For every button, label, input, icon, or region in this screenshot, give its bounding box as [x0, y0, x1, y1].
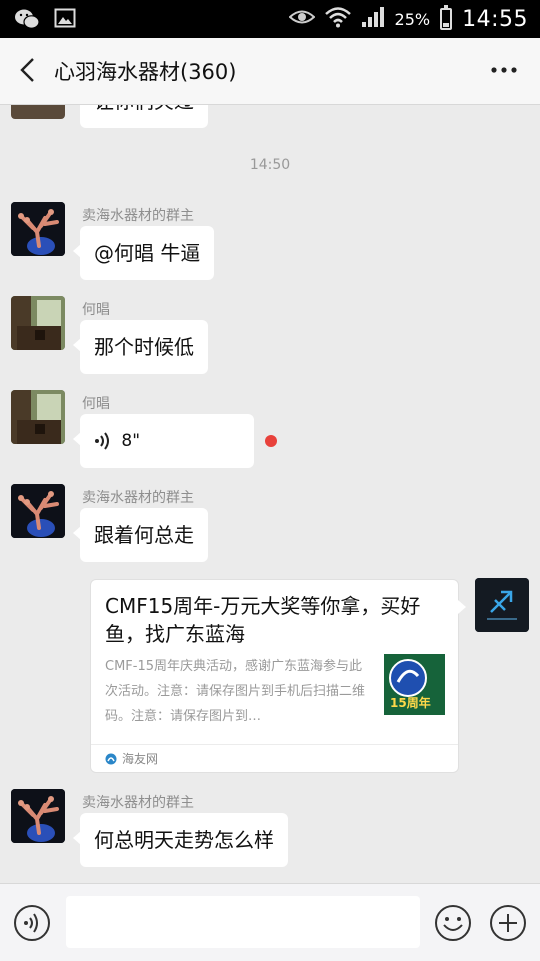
- room-image: [11, 390, 65, 444]
- sender-avatar[interactable]: [11, 105, 65, 119]
- eye-icon: [288, 8, 316, 30]
- voice-duration: 8": [121, 431, 141, 451]
- message-text: 那个时候低: [94, 335, 194, 359]
- my-avatar[interactable]: [475, 578, 529, 632]
- voice-icon: [14, 905, 50, 941]
- chat-title: 心羽海水器材(360): [54, 60, 237, 84]
- message-bubble[interactable]: 那个时候低: [73, 320, 208, 374]
- source-logo-icon: [105, 753, 117, 764]
- emoji-icon: [435, 905, 471, 941]
- image-icon: [54, 8, 76, 34]
- message-list[interactable]: 让你们夹过 14:50 卖海水器材的群主 @何晿 牛逼 何晿 那个时候低: [0, 105, 540, 883]
- coral-image: [11, 484, 65, 538]
- room-image: [11, 296, 65, 350]
- time-divider: 14:50: [249, 157, 291, 173]
- message-bubble[interactable]: @何晿 牛逼: [72, 226, 215, 280]
- room-avatar[interactable]: [11, 390, 65, 444]
- coral-image: [11, 202, 65, 256]
- more-functions-button[interactable]: [489, 904, 527, 942]
- clock: 14:55: [462, 6, 528, 32]
- voice-wave-icon: [95, 432, 109, 450]
- link-card[interactable]: CMF15周年-万元大奖等你拿，买好鱼，找广东蓝海 CMF-15周年庆典活动，感…: [90, 579, 466, 773]
- emoji-button[interactable]: [434, 904, 472, 942]
- more-dots-icon: [491, 67, 517, 73]
- unread-indicator: [265, 435, 277, 447]
- sender-name: 卖海水器材的群主: [82, 490, 194, 506]
- room-avatar[interactable]: [11, 296, 65, 350]
- wechat-icon: [14, 8, 40, 34]
- voice-message-bubble[interactable]: 8": [73, 414, 254, 468]
- message-bubble[interactable]: 让你们夹过: [73, 105, 208, 128]
- sender-name: 卖海水器材的群主: [82, 795, 194, 811]
- chat-header: 心羽海水器材(360): [0, 38, 540, 105]
- message-input[interactable]: [66, 896, 420, 948]
- message-bubble[interactable]: 跟着何总走: [73, 508, 208, 562]
- signal-icon: [361, 6, 385, 32]
- battery-percent: 25%: [394, 9, 431, 29]
- sender-name: 何晿: [82, 302, 110, 318]
- message-text: 何总明天走势怎么样: [94, 828, 274, 852]
- status-right-icons: 25% 14:55: [288, 0, 528, 38]
- link-card-title: CMF15周年-万元大奖等你拿，买好鱼，找广东蓝海: [105, 594, 421, 646]
- message-text: @何晿 牛逼: [94, 241, 201, 265]
- more-button[interactable]: [486, 58, 522, 82]
- status-left-icons: [14, 8, 76, 34]
- link-card-description: CMF-15周年庆典活动，感谢广东蓝海参与此次活动。注意：请保存图片到手机后扫描…: [105, 659, 366, 724]
- sender-name: 何晿: [82, 396, 110, 412]
- sagittarius-logo-icon: [475, 578, 529, 632]
- message-bubble[interactable]: 何总明天走势怎么样: [73, 813, 288, 867]
- plus-icon: [490, 905, 526, 941]
- link-card-source: 海友网: [122, 752, 159, 766]
- chevron-left-icon: [20, 58, 34, 82]
- input-bar: [0, 883, 540, 961]
- message-text: 让你们夹过: [94, 105, 194, 113]
- battery-level: [443, 22, 450, 27]
- coral-avatar[interactable]: [11, 484, 65, 538]
- sender-name: 卖海水器材的群主: [82, 208, 194, 224]
- coral-image: [11, 789, 65, 843]
- coral-avatar[interactable]: [11, 789, 65, 843]
- link-card-thumbnail: 15周年: [384, 654, 445, 715]
- status-bar: 25% 14:55: [0, 0, 540, 38]
- link-card-footer: 海友网: [91, 744, 458, 772]
- thumbnail-label: 15周年: [390, 696, 431, 710]
- wifi-icon: [324, 6, 351, 32]
- coral-avatar[interactable]: [11, 202, 65, 256]
- battery-icon: [440, 5, 453, 30]
- back-button[interactable]: [10, 52, 46, 88]
- voice-input-button[interactable]: [13, 904, 51, 942]
- message-text: 跟着何总走: [94, 523, 194, 547]
